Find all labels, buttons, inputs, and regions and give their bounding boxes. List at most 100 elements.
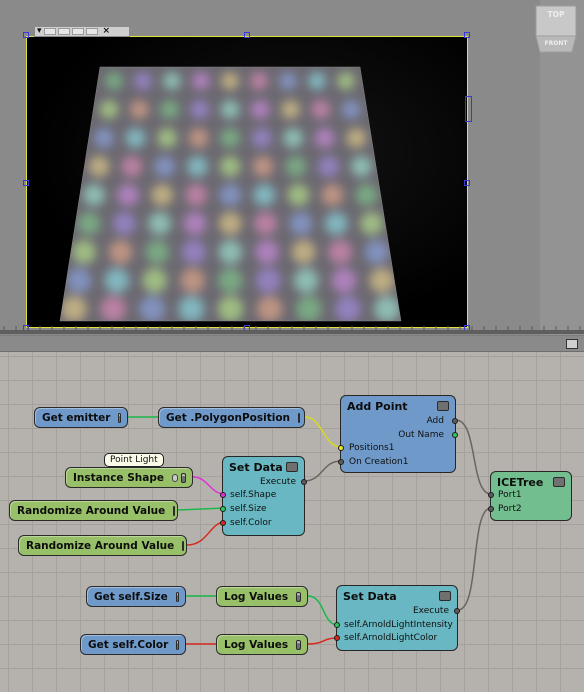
port-execute-dot[interactable]	[454, 608, 460, 614]
node-ice-tree[interactable]: ICETree Port1 Port2	[488, 471, 572, 521]
node-set-data-1[interactable]: Set Data Execute self.Shape self.Size se…	[220, 456, 307, 536]
node-menu-icon[interactable]	[173, 505, 176, 516]
region-handle-tr[interactable]	[464, 32, 470, 38]
gizmo-top-label: TOP	[548, 10, 565, 19]
3d-viewport[interactable]: ▾ × TOP FRONT	[0, 0, 584, 335]
light-glow	[218, 240, 243, 264]
light-glow	[83, 184, 105, 206]
light-glow	[311, 100, 331, 119]
node-get-self-color[interactable]: Get self.Color	[80, 634, 186, 655]
node-randomize-around-value-1[interactable]: Randomize Around Value	[9, 500, 178, 521]
node-menu-icon[interactable]	[553, 477, 565, 487]
light-glow	[374, 296, 400, 321]
viewport-display-button[interactable]	[57, 28, 70, 35]
port-out-name-dot[interactable]	[452, 432, 458, 438]
light-glow	[279, 72, 297, 90]
node-get-self-size[interactable]: Get self.Size	[86, 586, 186, 607]
light-glow	[105, 72, 123, 90]
xsi-main-window: ▾ × TOP FRONT Get emitter Get .PolygonPo…	[0, 0, 584, 692]
viewport-option-button[interactable]	[85, 28, 98, 35]
port-color-dot[interactable]	[334, 635, 340, 641]
panel-maximize-icon[interactable]	[566, 339, 578, 349]
node-menu-icon[interactable]	[180, 472, 186, 483]
region-handle-ml[interactable]	[23, 180, 29, 186]
region-handle-tl[interactable]	[23, 32, 29, 38]
node-menu-icon[interactable]	[296, 591, 301, 602]
node-menu-icon[interactable]	[437, 401, 449, 411]
node-set-data-2[interactable]: Set Data Execute self.ArnoldLightIntensi…	[334, 585, 460, 651]
port-intensity-dot[interactable]	[334, 622, 340, 628]
light-glow	[318, 156, 340, 177]
node-title: Set Data	[343, 589, 397, 603]
viewport-mode-button[interactable]	[71, 28, 84, 35]
light-glow	[253, 184, 276, 206]
node-menu-icon[interactable]	[298, 412, 301, 423]
light-glow	[151, 184, 174, 206]
light-glow	[157, 128, 178, 148]
rendered-plane-image	[59, 66, 402, 322]
region-handle-slider[interactable]	[465, 96, 472, 122]
port-port2-dot[interactable]	[488, 506, 494, 512]
node-randomize-around-value-2[interactable]: Randomize Around Value	[18, 535, 187, 556]
light-glow	[180, 268, 206, 293]
node-menu-icon[interactable]	[118, 412, 121, 423]
light-glow	[360, 212, 384, 235]
port-positions1-dot[interactable]	[338, 445, 344, 451]
panel-splitter[interactable]	[0, 330, 584, 334]
node-label: Get self.Size	[94, 590, 168, 603]
view-cube-gizmo[interactable]: TOP FRONT	[534, 4, 578, 54]
light-glow	[321, 184, 344, 206]
light-glow	[61, 296, 87, 321]
port-self-shape-dot[interactable]	[220, 492, 226, 498]
node-instance-shape[interactable]: Instance Shape	[65, 467, 193, 488]
node-label: Log Values	[224, 590, 289, 603]
port-self-size-dot[interactable]	[220, 506, 226, 512]
node-log-values-2[interactable]: Log Values	[216, 634, 308, 655]
region-handle-tc[interactable]	[244, 32, 250, 38]
region-handle-mr[interactable]	[464, 180, 470, 186]
light-glow	[308, 72, 326, 90]
light-glow	[108, 240, 133, 264]
light-glow	[219, 156, 241, 177]
port-self-color-dot[interactable]	[220, 520, 226, 526]
node-get-emitter[interactable]: Get emitter	[34, 407, 128, 428]
port-self-arnold-light-intensity: self.ArnoldLightIntensity	[344, 620, 453, 630]
node-menu-icon[interactable]	[296, 639, 301, 650]
node-label: Get .PolygonPosition	[166, 411, 291, 424]
port-execute-dot[interactable]	[301, 479, 307, 485]
port-on-creation1-dot[interactable]	[338, 459, 344, 465]
light-glow	[328, 240, 353, 264]
node-menu-icon[interactable]	[182, 540, 185, 551]
light-glow	[186, 156, 208, 177]
light-glow	[331, 268, 357, 293]
node-menu-icon[interactable]	[175, 591, 179, 602]
light-glow	[192, 72, 210, 90]
light-glow	[289, 212, 313, 235]
light-glow	[346, 128, 367, 148]
port-add-dot[interactable]	[452, 418, 458, 424]
node-menu-icon[interactable]	[286, 462, 298, 472]
comment-icon[interactable]	[172, 473, 178, 482]
node-log-values-1[interactable]: Log Values	[216, 586, 308, 607]
node-get-polygon-position[interactable]: Get .PolygonPosition	[158, 407, 305, 428]
node-add-point[interactable]: Add Point Add Out Name Positions1 On Cre…	[338, 395, 458, 473]
light-glow	[139, 296, 166, 321]
viewport-title-bar[interactable]: ▾ ×	[34, 26, 130, 37]
render-region[interactable]	[26, 36, 468, 328]
light-glow	[285, 156, 307, 177]
light-glow	[337, 72, 355, 90]
light-glow	[72, 240, 96, 264]
light-glow	[293, 268, 319, 293]
light-glow	[281, 100, 301, 119]
light-glow	[217, 268, 243, 293]
light-glow	[217, 296, 244, 321]
node-label: Instance Shape	[73, 471, 164, 484]
node-label: Get self.Color	[88, 638, 169, 651]
viewport-menu-icon[interactable]: ▾	[37, 27, 42, 36]
port-port1-dot[interactable]	[488, 492, 494, 498]
port-on-creation1: On Creation1	[349, 457, 409, 467]
node-menu-icon[interactable]	[176, 639, 179, 650]
viewport-close-icon[interactable]: ×	[103, 27, 111, 36]
viewport-view-button[interactable]	[43, 28, 56, 35]
node-menu-icon[interactable]	[439, 591, 451, 601]
